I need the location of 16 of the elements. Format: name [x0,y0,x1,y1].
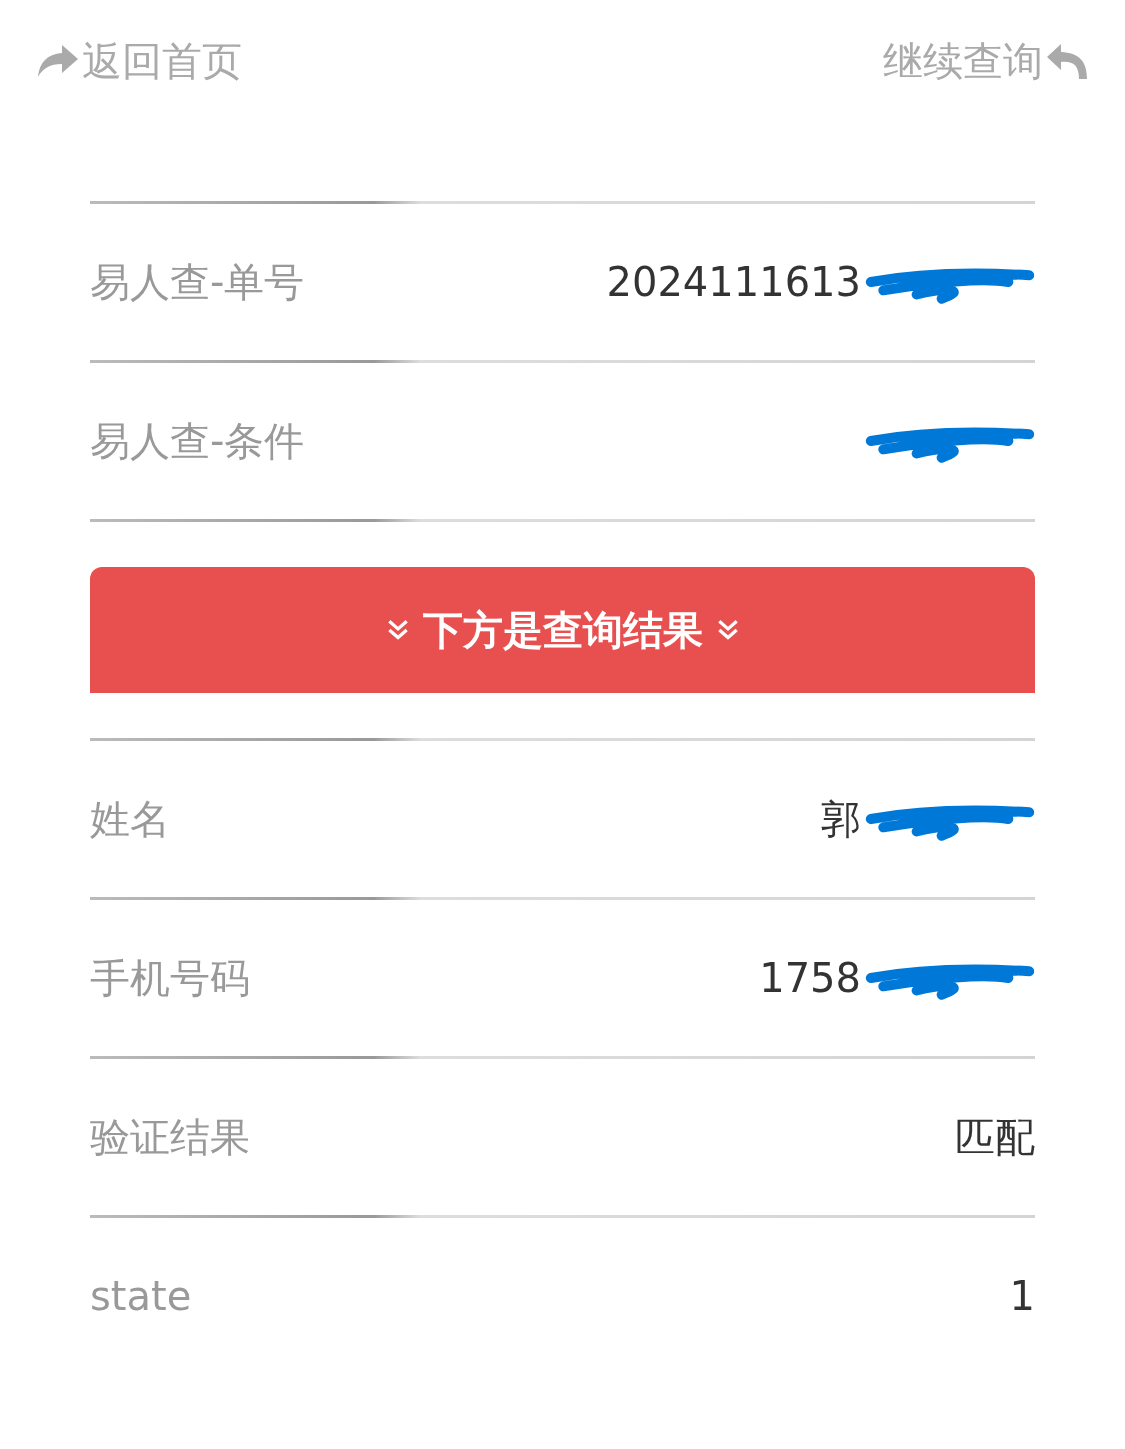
field-value: 郭 [821,794,861,844]
field-label: 姓名 [90,794,170,844]
field-label: state [90,1273,192,1319]
field-value: 1758 [759,955,861,1001]
field-value: 匹配 [955,1112,1035,1162]
field-label: 手机号码 [90,953,250,1003]
reply-arrow-icon [1045,41,1089,81]
banner-text: 下方是查询结果 [422,605,703,655]
continue-query-link[interactable]: 继续查询 [883,33,1089,89]
field-value: 1 [1009,1273,1035,1319]
share-arrow-icon [36,43,80,79]
field-label: 验证结果 [90,1112,250,1162]
field-label: 易人查-条件 [90,416,305,466]
field-value: 2024111613 [606,259,861,305]
field-label: 易人查-单号 [90,257,305,307]
back-home-link[interactable]: 返回首页 [36,33,242,89]
